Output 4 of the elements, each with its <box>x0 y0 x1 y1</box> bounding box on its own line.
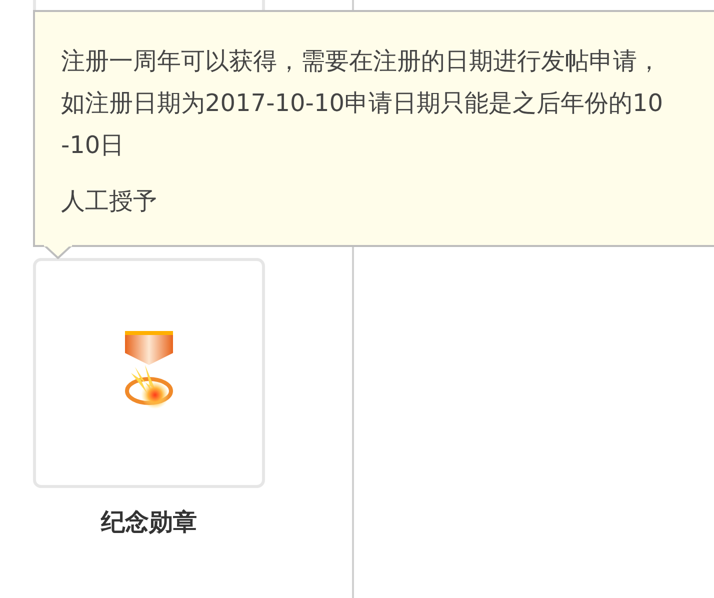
tooltip-source: 人工授予 <box>61 186 158 217</box>
tooltip-description: 注册一周年可以获得，需要在注册的日期进行发帖申请，如注册日期为2017-10-10申请日期只能是之后年份的10-10日 <box>61 46 664 161</box>
badge-name: 纪念勋章 <box>101 507 197 538</box>
badge-card[interactable] <box>33 258 265 488</box>
